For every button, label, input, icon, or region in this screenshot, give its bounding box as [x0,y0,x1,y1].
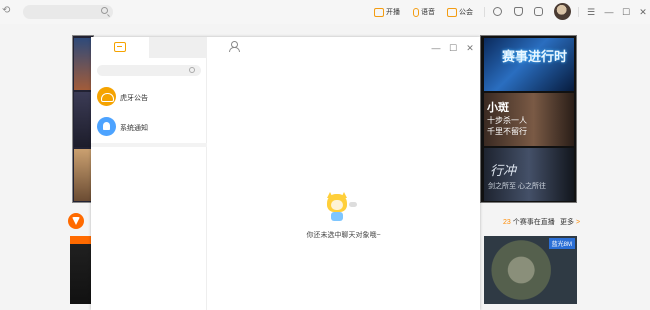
refresh-icon[interactable]: ⟲ [2,6,12,16]
event-banner[interactable]: 赛事进行时 [484,38,574,91]
more-link[interactable]: 更多 > [560,217,580,227]
search-icon[interactable] [189,67,195,73]
divider [578,7,579,17]
minimize-icon[interactable]: — [431,43,441,53]
divider [484,7,485,17]
game-banner[interactable]: 行冲 剑之所至 心之所往 [484,148,574,201]
conversation-item-system-notice[interactable]: 系统通知 [91,114,207,142]
huya-announcement-icon [97,87,116,106]
tab-contacts[interactable] [149,37,240,58]
search-input[interactable] [23,5,113,19]
tab-messages[interactable] [91,37,149,58]
banner-title: 小斑 [487,102,509,114]
live-count-number: 23 [503,219,511,226]
maximize-icon[interactable]: ☐ [620,6,632,18]
chevron-right-icon: > [575,219,581,226]
huya-logo-icon [68,213,84,229]
close-icon[interactable]: ✕ [465,43,475,53]
chat-main-panel: — ☐ ✕ 你还未选中聊天对象哦~ [207,37,480,310]
avatar[interactable] [554,3,571,20]
live-count-text: 个赛事在直播 [510,219,555,226]
banner-subtitle: 剑之所至 心之所往 [488,183,546,190]
start-live-button[interactable]: 开播 [374,6,400,18]
conversation-search-input[interactable] [97,65,201,76]
close-icon[interactable]: ✕ [637,6,649,18]
voice-button[interactable]: 语音 [413,6,435,18]
maximize-icon[interactable]: ☐ [448,43,458,53]
guild-label: 公会 [459,9,473,16]
quality-badge: 蓝光8M [548,238,575,249]
flag-icon [447,7,457,17]
subscription-icon[interactable] [514,7,523,16]
chat-tabs [91,37,240,58]
minimize-icon[interactable]: — [603,6,615,18]
microphone-icon [413,7,419,17]
bell-icon [97,117,116,136]
banner-title: 行冲 [490,163,517,178]
banner-title: 赛事进行时 [502,49,568,64]
divider [91,143,207,147]
voice-label: 语音 [421,9,435,16]
banner-line: 十步杀一人 [487,116,527,125]
conversation-name: 系统通知 [120,125,148,132]
game-thumbnail[interactable]: 蓝光8M [484,236,577,304]
live-tag [70,236,92,244]
message-icon[interactable] [534,7,543,16]
start-live-label: 开播 [386,9,400,16]
top-bar: ⟲ 开播 语音 公会 ☰ — ☐ ✕ [0,0,650,24]
conversation-name: 虎牙公告 [120,95,148,102]
chat-window: 虎牙公告 系统通知 — ☐ ✕ 你还未选中聊天对象哦~ [91,37,480,310]
search-icon[interactable] [101,7,108,14]
empty-state-message: 你还未选中聊天对象哦~ [306,232,381,239]
more-label: 更多 [560,219,574,226]
history-icon[interactable] [493,7,502,16]
game-thumbnail[interactable] [70,236,92,304]
guild-button[interactable]: 公会 [447,6,473,18]
mascot-icon [325,192,357,222]
menu-icon[interactable]: ☰ [585,6,597,18]
live-event-count: 23 个赛事在直播 [503,217,555,227]
streamer-banner[interactable]: 小斑 十步杀一人 千里不留行 [484,93,574,146]
chat-sidebar: 虎牙公告 系统通知 [91,37,240,310]
camera-icon [374,7,384,17]
conversation-item-huya-announcement[interactable]: 虎牙公告 [91,84,207,112]
message-icon [114,42,126,52]
banner-line: 千里不留行 [487,127,527,136]
